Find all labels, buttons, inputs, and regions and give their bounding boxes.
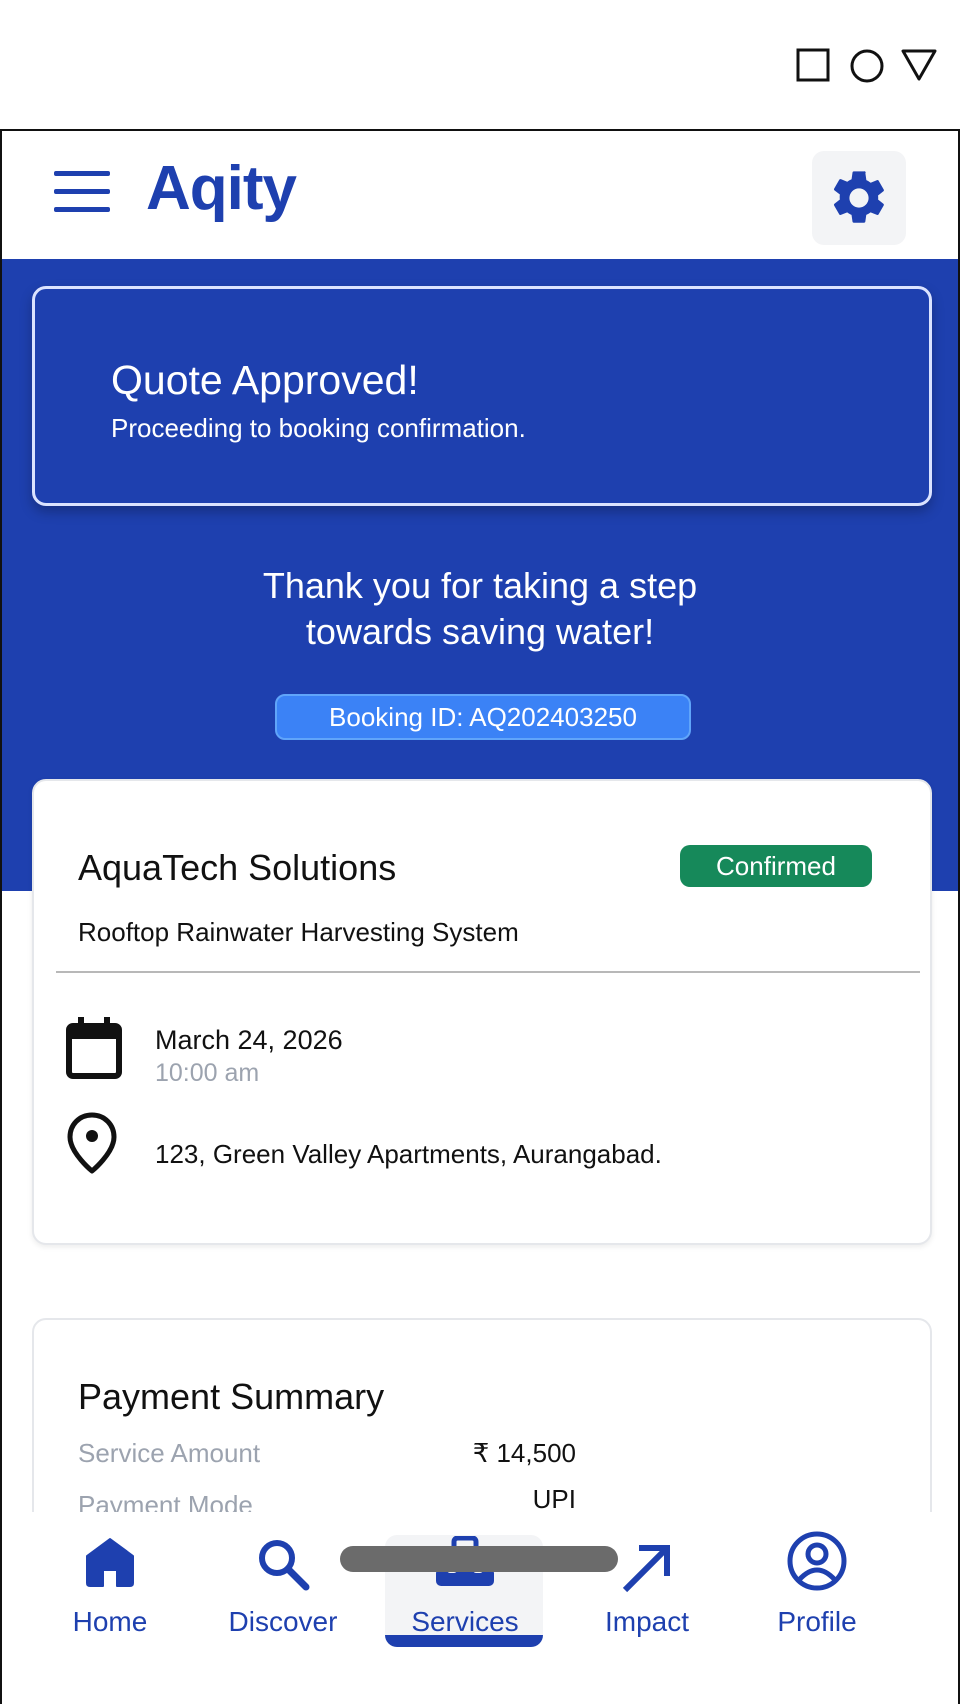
payment-mode-value: UPI <box>532 1484 576 1514</box>
thank-you-message: Thank you for taking a step towards savi… <box>2 563 958 655</box>
location-pin-icon <box>67 1112 117 1174</box>
gear-icon <box>833 171 884 223</box>
nav-label-home: Home <box>72 1606 148 1637</box>
quote-approved-banner: Quote Approved! Proceeding to booking co… <box>32 286 932 506</box>
recents-square-icon[interactable] <box>796 48 830 82</box>
arrow-up-right-icon <box>622 1545 670 1593</box>
divider <box>56 971 920 973</box>
banner-title: Quote Approved! <box>111 357 419 403</box>
booking-id-chip: Booking ID: AQ202403250 <box>275 694 691 740</box>
app-frame: Aqity Quote Approved! Proceeding to book… <box>0 129 960 1704</box>
nav-label-discover: Discover <box>228 1606 338 1637</box>
nav-item-discover[interactable]: Discover <box>203 1536 363 1646</box>
thank-you-line-2: towards saving water! <box>305 611 655 652</box>
brand-logo: Aqity <box>146 154 297 223</box>
hamburger-menu-icon[interactable] <box>54 171 110 215</box>
profile-icon <box>787 1531 847 1591</box>
service-amount-value: ₹ 14,500 <box>472 1438 576 1468</box>
booking-time: 10:00 am <box>155 1059 260 1087</box>
thank-you-line-1: Thank you for taking a step <box>262 565 698 606</box>
nav-item-profile[interactable]: Profile <box>737 1531 897 1646</box>
home-icon <box>86 1538 134 1587</box>
banner-subtitle: Proceeding to booking confirmation. <box>111 413 526 443</box>
settings-button[interactable] <box>812 151 906 245</box>
nav-label-services: Services <box>411 1606 519 1637</box>
booking-address: 123, Green Valley Apartments, Aurangabad… <box>155 1139 662 1169</box>
booking-date: March 24, 2026 <box>155 1025 343 1055</box>
app-bar: Aqity <box>2 131 958 259</box>
back-triangle-icon[interactable] <box>900 48 938 82</box>
nav-label-profile: Profile <box>777 1606 857 1637</box>
nav-item-home[interactable]: Home <box>30 1536 190 1646</box>
service-name: Rooftop Rainwater Harvesting System <box>78 917 519 947</box>
service-amount-label: Service Amount <box>78 1438 261 1468</box>
status-badge: Confirmed <box>680 845 872 887</box>
booking-details-card: AquaTech Solutions Confirmed Rooftop Rai… <box>32 779 932 1245</box>
home-indicator-bar[interactable] <box>340 1546 618 1572</box>
nav-label-impact: Impact <box>604 1606 690 1637</box>
system-status-bar <box>0 0 960 130</box>
home-circle-icon[interactable] <box>849 48 885 84</box>
bottom-navigation: Home Discover Services Impact Profile <box>2 1512 958 1704</box>
provider-name: AquaTech Solutions <box>78 847 397 888</box>
search-icon <box>259 1540 310 1591</box>
calendar-icon <box>66 1017 122 1079</box>
payment-summary-title: Payment Summary <box>78 1376 385 1417</box>
